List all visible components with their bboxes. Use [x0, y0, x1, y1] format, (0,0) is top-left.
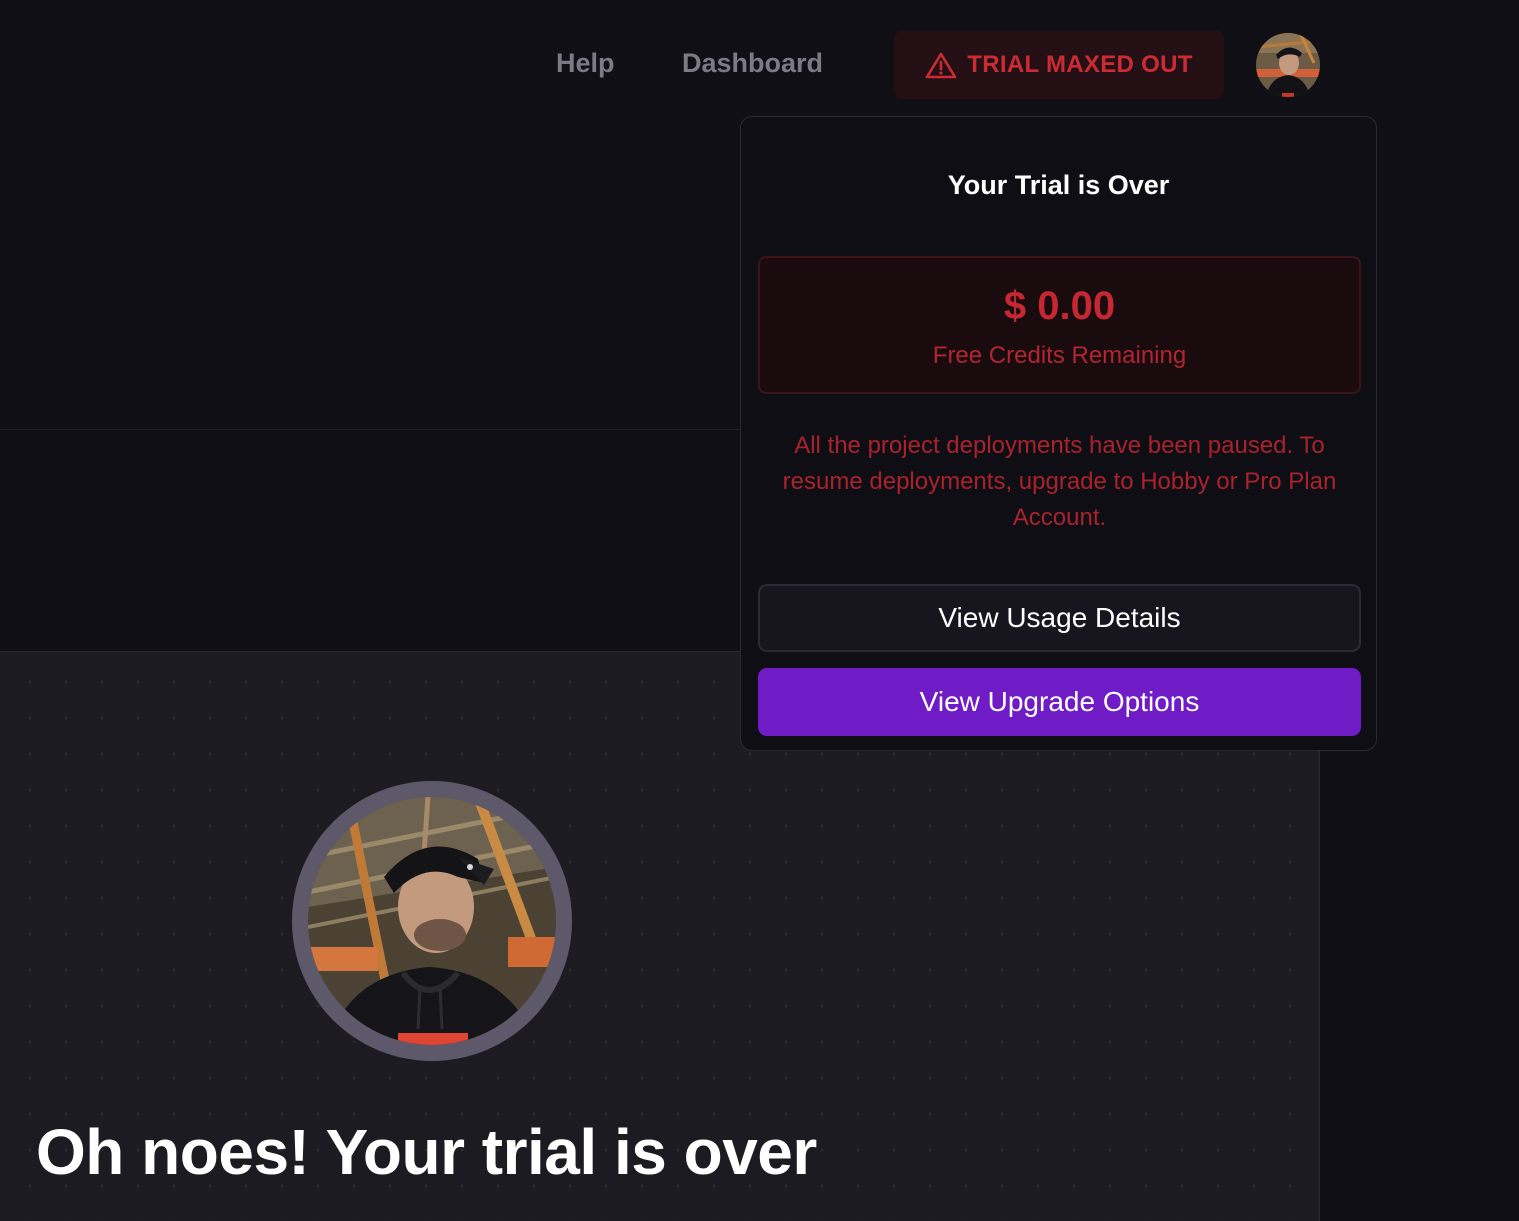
warning-triangle-icon: [925, 51, 957, 79]
help-link[interactable]: Help: [556, 48, 615, 79]
trial-badge-label: TRIAL MAXED OUT: [967, 51, 1193, 78]
dropdown-title: Your Trial is Over: [947, 170, 1170, 200]
credits-label: Free Credits Remaining: [932, 342, 1187, 369]
top-nav: Help Dashboard TRIAL MAXED OUT: [0, 0, 1519, 130]
page-title: Oh noes! Your trial is over: [36, 1116, 817, 1188]
view-upgrade-options-button[interactable]: View Upgrade Options: [758, 668, 1361, 736]
user-avatar-button[interactable]: [1256, 33, 1320, 97]
trial-maxed-out-button[interactable]: TRIAL MAXED OUT: [894, 31, 1224, 99]
dashboard-link[interactable]: Dashboard: [682, 48, 823, 79]
credits-card: $ 0.00 Free Credits Remaining: [758, 256, 1361, 394]
trial-dropdown: Your Trial is Over $ 0.00 Free Credits R…: [740, 116, 1377, 751]
profile-avatar: [292, 781, 572, 1061]
header-divider: [0, 429, 740, 430]
credits-amount: $ 0.00: [1003, 284, 1116, 328]
avatar-photo: [1256, 33, 1320, 97]
paused-message: All the project deployments have been pa…: [782, 432, 1337, 531]
view-usage-details-button[interactable]: View Usage Details: [758, 584, 1361, 652]
profile-photo: [308, 797, 556, 1045]
